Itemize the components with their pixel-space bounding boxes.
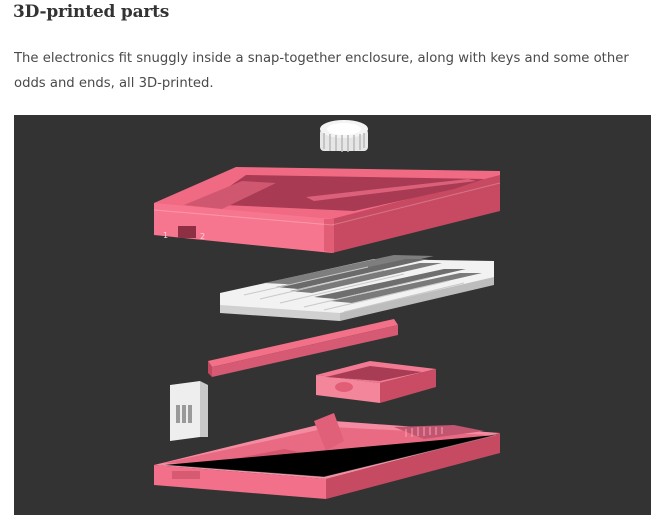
marking-1: 1 <box>163 231 168 240</box>
exploded-view-render: 1 2 <box>14 115 651 515</box>
bracket-part <box>170 381 208 441</box>
top-enclosure-part: 1 2 <box>153 167 501 253</box>
keys-part <box>220 255 494 321</box>
knob-part <box>320 120 368 152</box>
small-box-part <box>316 361 436 403</box>
section-paragraph: The electronics fit snuggly inside a sna… <box>14 51 629 91</box>
section-heading: 3D-printed parts <box>13 2 170 22</box>
marking-2: 2 <box>200 232 205 241</box>
